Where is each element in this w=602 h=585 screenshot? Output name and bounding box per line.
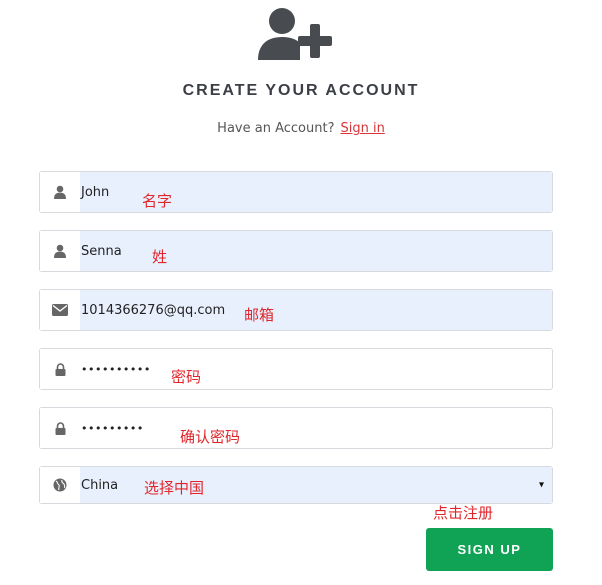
- add-user-icon: [258, 8, 332, 60]
- signin-prompt-text: Have an Account?: [217, 121, 335, 136]
- country-select[interactable]: China ▾: [39, 466, 553, 504]
- user-icon: [40, 231, 80, 271]
- chevron-down-icon[interactable]: ▾: [539, 480, 544, 491]
- last-name-input[interactable]: Senna: [80, 231, 552, 271]
- first-name-field[interactable]: John: [39, 171, 553, 213]
- user-icon: [40, 172, 80, 212]
- envelope-icon: [40, 290, 80, 330]
- last-name-field[interactable]: Senna: [39, 230, 553, 272]
- password-field[interactable]: ••••••••••: [39, 348, 553, 390]
- confirm-password-field[interactable]: •••••••••: [39, 407, 553, 449]
- password-input[interactable]: ••••••••••: [80, 349, 552, 389]
- email-field[interactable]: 1014366276@qq.com: [39, 289, 553, 331]
- page-title: CREATE YOUR ACCOUNT: [182, 82, 420, 99]
- lock-icon: [40, 349, 80, 389]
- globe-icon: [40, 467, 80, 503]
- lock-icon: [40, 408, 80, 448]
- confirm-password-input[interactable]: •••••••••: [80, 408, 552, 448]
- country-annotation: 选择中国: [144, 479, 205, 497]
- email-annotation: 邮箱: [244, 306, 275, 324]
- signup-button[interactable]: SIGN UP: [426, 528, 553, 571]
- signin-prompt: Have an Account? Sign in: [0, 121, 602, 136]
- signup-annotation: 点击注册: [433, 504, 494, 522]
- last-name-annotation: 姓: [152, 248, 168, 266]
- password-annotation: 密码: [171, 368, 202, 386]
- email-input[interactable]: 1014366276@qq.com: [80, 290, 552, 330]
- signin-link[interactable]: Sign in: [340, 121, 384, 136]
- confirm-password-annotation: 确认密码: [180, 428, 241, 446]
- first-name-annotation: 名字: [142, 192, 173, 210]
